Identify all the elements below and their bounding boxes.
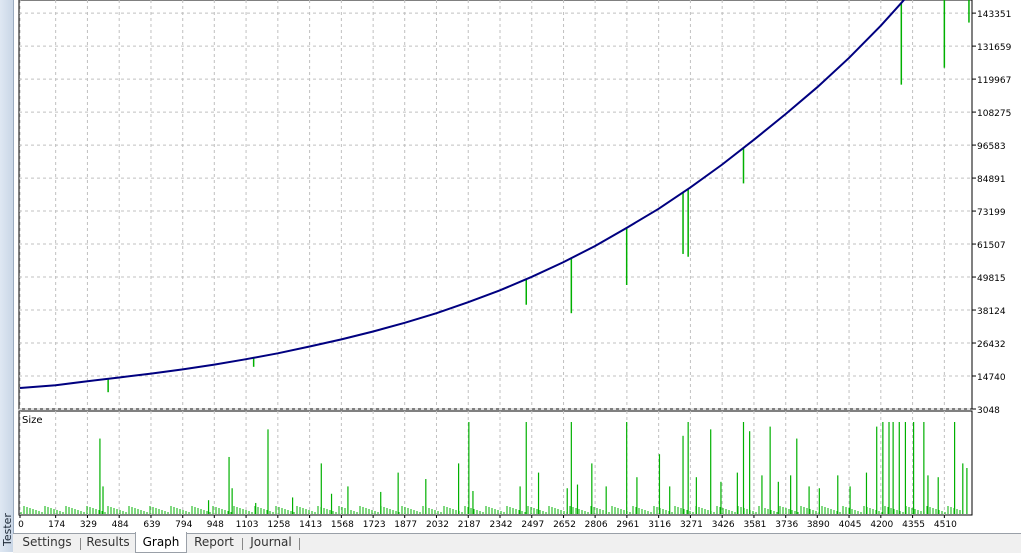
x-tick-label: 4200 xyxy=(870,520,893,530)
size-chart-background xyxy=(18,410,973,516)
x-tick-label: 4355 xyxy=(902,520,925,530)
x-tick-label: 0 xyxy=(18,520,24,530)
balance-chart-background xyxy=(18,0,973,410)
tab-separator xyxy=(242,538,243,550)
size-chart-title: Size xyxy=(22,415,43,426)
y-tick-label: 84891 xyxy=(977,175,1006,185)
x-tick-label: 3581 xyxy=(743,520,766,530)
x-tick-label: 2806 xyxy=(585,520,608,530)
y-tick-label: 3048 xyxy=(977,406,1000,416)
tester-tab-bar: Settings Results Graph Report Journal xyxy=(13,532,1021,553)
x-tick-label: 2652 xyxy=(553,520,576,530)
x-tick-label: 3426 xyxy=(712,520,735,530)
x-tick-label: 1413 xyxy=(299,520,322,530)
y-tick-label: 61507 xyxy=(977,241,1006,251)
x-tick-label: 2187 xyxy=(458,520,481,530)
x-tick-label: 329 xyxy=(80,520,97,530)
y-tick-label: 49815 xyxy=(977,274,1006,284)
x-tick-label: 639 xyxy=(143,520,160,530)
tab-journal[interactable]: Journal xyxy=(244,534,298,552)
y-tick-label: 38124 xyxy=(977,307,1006,317)
x-tick-label: 1568 xyxy=(331,520,354,530)
x-tick-label: 1723 xyxy=(363,520,386,530)
y-axis-labels: 3048 14740 26432 38124 49815 61507 73199 84891 9… xyxy=(972,10,1012,416)
x-tick-label: 174 xyxy=(48,520,65,530)
tester-panel-title: Tester xyxy=(1,513,14,546)
x-tick-label: 4045 xyxy=(839,520,862,530)
y-tick-label: 131659 xyxy=(977,43,1012,53)
tab-graph[interactable]: Graph xyxy=(135,532,187,553)
tab-results[interactable]: Results xyxy=(82,534,134,552)
x-tick-label: 3890 xyxy=(807,520,830,530)
x-tick-label: 948 xyxy=(207,520,224,530)
tab-separator xyxy=(299,538,300,550)
x-tick-label: 3116 xyxy=(648,520,671,530)
y-tick-label: 119967 xyxy=(977,76,1011,86)
x-tick-label: 1877 xyxy=(394,520,417,530)
tab-report[interactable]: Report xyxy=(189,534,239,552)
tab-separator xyxy=(80,538,81,550)
x-tick-label: 2497 xyxy=(521,520,544,530)
x-tick-label: 3736 xyxy=(775,520,798,530)
x-tick-label: 4510 xyxy=(934,520,957,530)
y-tick-label: 96583 xyxy=(977,142,1006,152)
tab-settings[interactable]: Settings xyxy=(17,534,77,552)
x-tick-label: 1258 xyxy=(267,520,290,530)
y-tick-label: 108275 xyxy=(977,109,1011,119)
x-tick-label: 2961 xyxy=(616,520,639,530)
x-tick-label: 484 xyxy=(112,520,129,530)
y-tick-label: 143351 xyxy=(977,10,1011,20)
x-tick-label: 2342 xyxy=(490,520,513,530)
x-tick-label: 3271 xyxy=(680,520,703,530)
tester-side-panel[interactable]: Tester xyxy=(0,0,14,552)
x-axis-labels: 0 174 329 484 639 794 948 1103 1258 1413 1568 1723 1… xyxy=(18,515,957,530)
x-tick-label: 1103 xyxy=(236,520,259,530)
y-tick-label: 14740 xyxy=(977,373,1006,383)
x-tick-label: 2032 xyxy=(426,520,449,530)
y-tick-label: 73199 xyxy=(977,208,1006,218)
x-tick-label: 794 xyxy=(175,520,192,530)
y-tick-label: 26432 xyxy=(977,340,1006,350)
strategy-tester-graph: Size 3048 14740 26432 38124 49815 61507 73199 8… xyxy=(18,0,1012,530)
